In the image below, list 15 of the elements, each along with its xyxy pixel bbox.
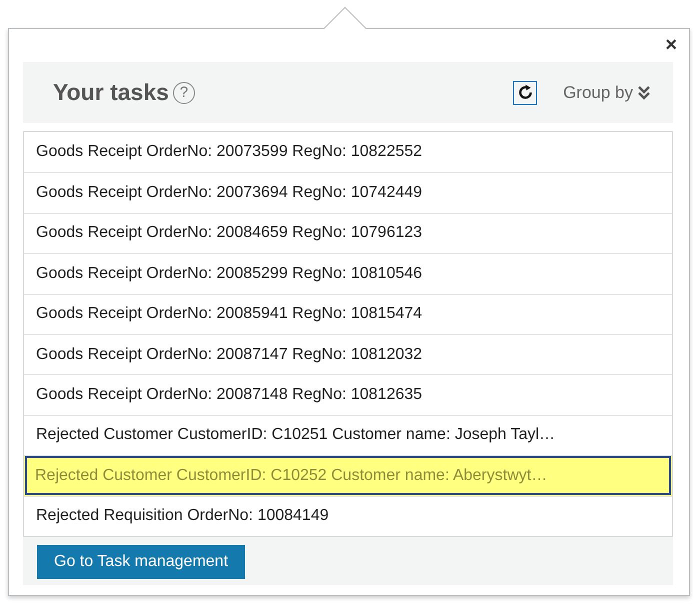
- refresh-button[interactable]: [513, 80, 538, 104]
- close-button[interactable]: ×: [665, 35, 677, 55]
- task-item[interactable]: Goods Receipt OrderNo: 20085299 RegNo: 10810546: [24, 253, 672, 294]
- task-item[interactable]: Goods Receipt OrderNo: 20087147 RegNo: 10812032: [24, 334, 672, 374]
- task-item[interactable]: Goods Receipt OrderNo: 20084659 RegNo: 10796123: [24, 212, 672, 254]
- task-item[interactable]: Goods Receipt OrderNo: 20073694 RegNo: 10742449: [24, 172, 672, 213]
- task-item[interactable]: Goods Receipt OrderNo: 20085941 RegNo: 10815474: [24, 294, 672, 334]
- double-chevron-icon: [637, 84, 651, 100]
- task-item[interactable]: Goods Receipt OrderNo: 20073599 RegNo: 10822552: [24, 132, 672, 172]
- task-item[interactable]: Rejected Requisition OrderNo: 10084149: [24, 496, 672, 536]
- task-item[interactable]: Goods Receipt OrderNo: 20087148 RegNo: 10812635: [24, 374, 672, 415]
- panel-title: Your tasks: [53, 78, 169, 108]
- task-management-button[interactable]: Go to Task management: [37, 544, 246, 579]
- help-icon[interactable]: ?: [172, 82, 195, 104]
- group-by-button[interactable]: Group by: [563, 80, 651, 106]
